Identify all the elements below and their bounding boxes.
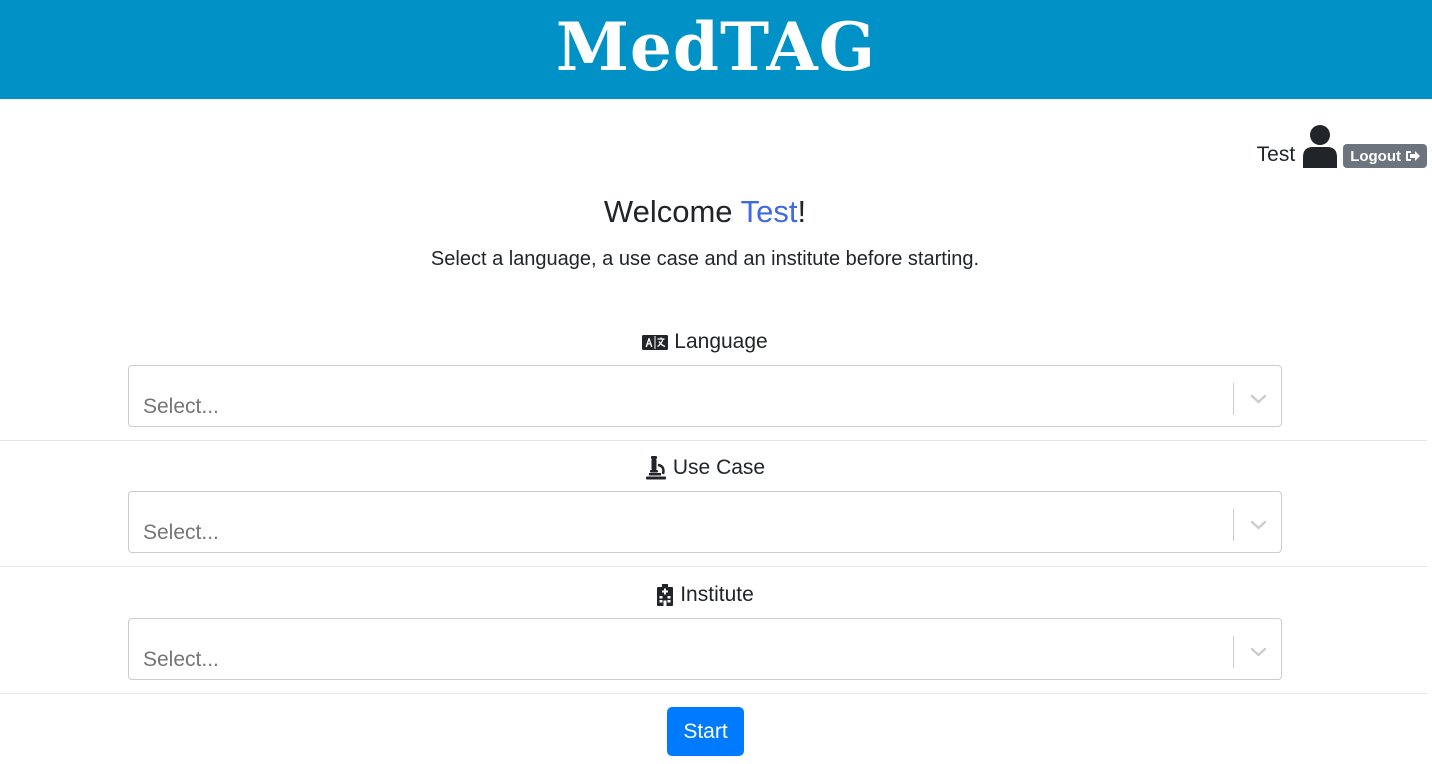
- user-icon: [1301, 124, 1339, 168]
- welcome-suffix: !: [797, 194, 807, 229]
- user-area: Test Logout: [1257, 124, 1427, 168]
- divider: [0, 440, 1427, 441]
- divider: [0, 693, 1427, 694]
- user-name: Test: [1256, 143, 1296, 166]
- app-title: MedTAG: [555, 7, 877, 86]
- institute-select[interactable]: Select...: [128, 618, 1282, 680]
- start-button[interactable]: Start: [667, 707, 744, 756]
- welcome-prefix: Welcome: [603, 194, 741, 229]
- hospital-icon: [657, 584, 674, 606]
- welcome-user-name: Test: [740, 194, 798, 229]
- logout-label: Logout: [1350, 147, 1401, 165]
- institute-placeholder: Select...: [143, 648, 219, 671]
- welcome-subtitle: Select a language, a use case and an ins…: [430, 248, 980, 270]
- language-placeholder: Select...: [143, 395, 219, 418]
- language-select[interactable]: Select...: [128, 365, 1282, 427]
- indicator-separator: [1233, 509, 1234, 541]
- use-case-label-text: Use Case: [672, 456, 766, 479]
- indicator-separator: [1233, 636, 1234, 668]
- welcome-heading: Welcome Test!: [0, 194, 1410, 230]
- language-label: Language: [0, 330, 1410, 354]
- language-icon: [642, 334, 669, 350]
- microscope-icon: [645, 456, 666, 480]
- chevron-down-icon[interactable]: [1250, 647, 1267, 657]
- indicator-separator: [1233, 383, 1234, 415]
- use-case-placeholder: Select...: [143, 521, 219, 544]
- sign-out-icon: [1406, 151, 1420, 161]
- divider: [0, 566, 1427, 567]
- use-case-label: Use Case: [0, 456, 1410, 480]
- use-case-select[interactable]: Select...: [128, 491, 1282, 553]
- institute-label: Institute: [0, 583, 1410, 607]
- chevron-down-icon[interactable]: [1250, 520, 1267, 530]
- app-header: MedTAG: [0, 0, 1432, 99]
- language-label-text: Language: [674, 330, 768, 353]
- institute-label-text: Institute: [680, 583, 754, 606]
- logout-button[interactable]: Logout: [1343, 144, 1427, 168]
- chevron-down-icon[interactable]: [1250, 394, 1267, 404]
